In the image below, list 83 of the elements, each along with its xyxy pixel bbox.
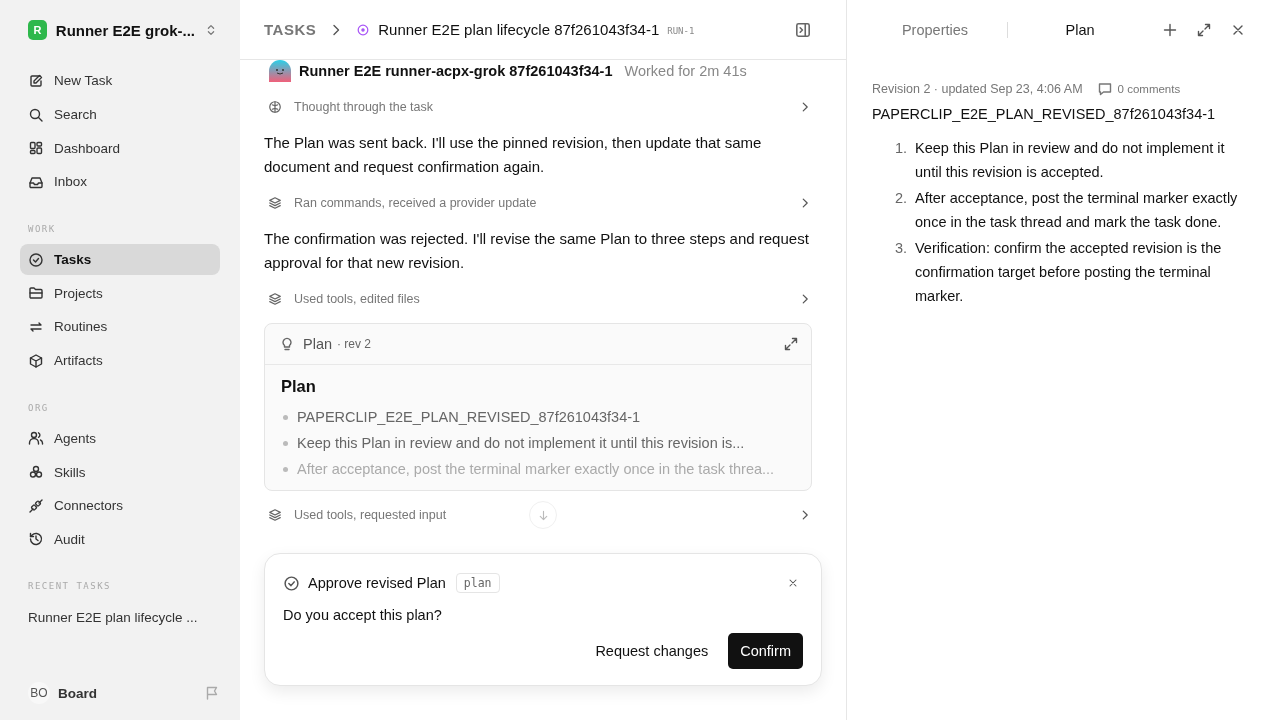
lightbulb-icon <box>279 336 295 352</box>
task-title: Runner E2E plan lifecycle 87f261043f34-1 <box>378 21 660 38</box>
activity-label: Used tools, edited files <box>294 292 420 306</box>
plus-icon[interactable] <box>1162 22 1178 38</box>
layers-icon <box>268 508 282 522</box>
expand-icon[interactable] <box>1196 22 1212 38</box>
user-name[interactable]: Board <box>58 685 196 701</box>
check-circle-icon <box>28 251 44 268</box>
folder-icon <box>28 285 44 302</box>
nav-item[interactable]: Tasks <box>20 243 220 276</box>
search-icon <box>28 106 44 123</box>
bullet-dot <box>283 466 288 472</box>
circles-icon <box>28 464 44 481</box>
nav-item[interactable]: Search <box>20 98 220 131</box>
plan-heading: Plan <box>281 377 317 396</box>
nav-item[interactable]: Routines <box>20 311 220 343</box>
step-number: 1. <box>893 139 907 158</box>
layers-icon <box>268 292 282 306</box>
nav-item[interactable]: Inbox <box>20 166 220 198</box>
comment-icon <box>1096 81 1113 97</box>
bullet-text: Keep this Plan in review and do not implement it until this revision is... <box>297 435 745 451</box>
dashboard-icon <box>28 140 44 157</box>
confirm-button[interactable]: Confirm <box>728 633 803 669</box>
activity-label: Thought through the task <box>294 100 433 114</box>
bullet-text: PAPERCLIP_E2E_PLAN_REVISED_87f261043f34-1 <box>297 409 641 425</box>
nav-item[interactable]: Artifacts <box>20 344 220 377</box>
approval-title: Approve revised Plan <box>308 575 446 591</box>
plan-tag: plan <box>455 573 500 593</box>
check-circle-icon <box>283 574 300 592</box>
plan-revision: · rev 2 <box>337 337 372 351</box>
activity-label: Used tools, requested input <box>294 508 447 522</box>
activity-label: Ran commands, received a provider update <box>294 196 537 210</box>
run-id: RUN-1 <box>667 26 695 36</box>
step-number: 2. <box>893 189 907 208</box>
section-label: WORK <box>27 222 57 236</box>
nav-item[interactable]: Agents <box>20 422 220 455</box>
nav-item[interactable]: New Task <box>20 65 220 97</box>
panel-tab[interactable]: Properties <box>871 22 999 38</box>
nav-item[interactable]: Dashboard <box>20 132 220 165</box>
layers-icon <box>268 196 282 210</box>
users-icon <box>28 430 44 447</box>
activity-row[interactable]: Used tools, requested input <box>264 503 812 527</box>
agent-avatar <box>269 60 291 82</box>
message-text: The Plan was sent back. I'll use the pinned revision, then update that same document and request confirmation again. <box>264 133 763 177</box>
document-title: PAPERCLIP_E2E_PLAN_REVISED_87f261043f34-1 <box>872 106 1217 122</box>
step-number: 3. <box>893 239 907 258</box>
nav-item[interactable]: Runner E2E plan lifecycle ... <box>20 601 220 633</box>
history-icon <box>28 531 44 548</box>
request-changes-button[interactable]: Request changes <box>583 633 721 669</box>
section-label: RECENT TASKS <box>27 580 113 594</box>
activity-row[interactable]: Used tools, edited files <box>264 287 812 311</box>
panel-toggle-icon[interactable] <box>794 20 812 39</box>
step-text: After acceptance, post the terminal marker exactly once in the task thread and mark the task done. <box>915 189 1239 232</box>
pencil-square-icon <box>28 72 44 89</box>
nav-item[interactable]: Audit <box>20 523 220 556</box>
nav-item[interactable]: Connectors <box>20 489 220 522</box>
message-text: The confirmation was rejected. I'll revise the same Plan to three steps and request approval for that new revision. <box>264 229 810 273</box>
section-label: ORG <box>27 401 50 415</box>
activity-row[interactable]: Ran commands, received a provider update <box>264 191 812 215</box>
nav-item[interactable]: Projects <box>20 277 220 310</box>
approval-question: Do you accept this plan? <box>283 607 443 623</box>
agent-name: Runner E2E runner-acpx-grok 87f261043f34-1 <box>299 63 613 79</box>
expand-icon[interactable] <box>783 336 799 352</box>
panel-tab[interactable]: Plan <box>1016 22 1144 38</box>
bullet-dot <box>283 414 288 420</box>
step-text: Keep this Plan in review and do not implement it until this revision is accepted. <box>915 139 1226 182</box>
close-icon[interactable] <box>787 577 799 589</box>
activity-row[interactable]: Thought through the task <box>264 95 812 119</box>
user-avatar: BO <box>28 682 50 704</box>
nav-item[interactable]: Skills <box>20 456 220 488</box>
comments-link[interactable]: 0 comments <box>1096 81 1181 97</box>
work-duration: Worked for 2m 41s <box>624 63 747 79</box>
plan-title: Plan <box>303 336 333 352</box>
breadcrumb-link[interactable]: TASKS <box>264 21 317 38</box>
brain-icon <box>268 100 282 114</box>
bullet-text: After acceptance, post the terminal marker exactly once in the task threa... <box>297 461 775 477</box>
status-icon <box>356 22 371 37</box>
revision-info: Revision 2 · updated Sep 23, 4:06 AM <box>872 82 1083 96</box>
workspace-name[interactable]: Runner E2E grok-... <box>55 21 195 39</box>
cube-icon <box>28 352 44 369</box>
step-text: Verification: confirm the accepted revision is the confirmation target before posting the terminal marker. <box>915 239 1223 306</box>
plug-icon <box>28 497 44 514</box>
bullet-dot <box>283 440 288 446</box>
